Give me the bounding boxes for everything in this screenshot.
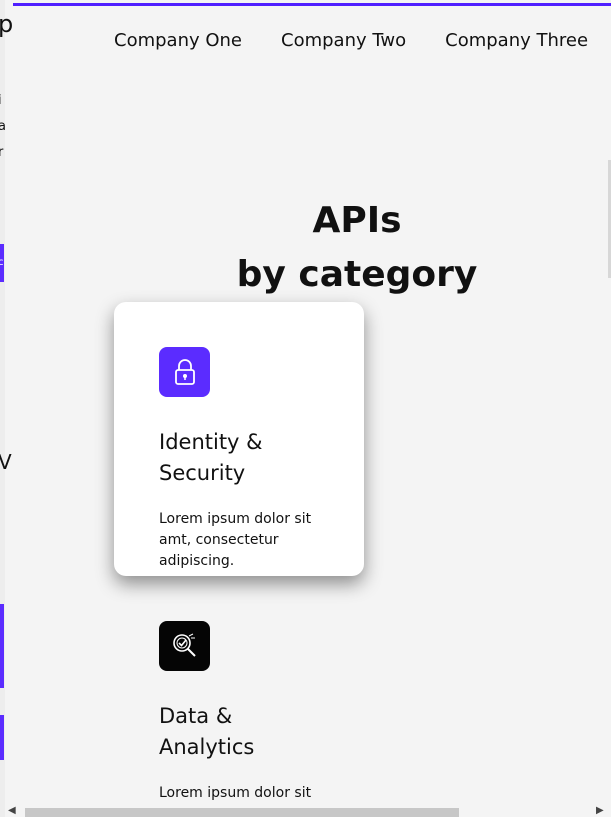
scroll-right-arrow-icon[interactable]: ▶ bbox=[596, 806, 604, 816]
category-card-data-analytics[interactable]: Data & Analytics Lorem ipsum dolor sit a… bbox=[114, 576, 364, 817]
category-card-identity-security[interactable]: Identity & Security Lorem ipsum dolor si… bbox=[114, 302, 364, 576]
company-link-three[interactable]: Company Three bbox=[445, 30, 588, 51]
card-title-line: Security bbox=[159, 461, 246, 485]
card-title: Data & Analytics bbox=[159, 701, 319, 763]
left-edge-glyph: a bbox=[0, 119, 6, 134]
section-title: APIs by category bbox=[230, 194, 484, 302]
left-edge-glyph: p bbox=[0, 10, 14, 38]
section-title-line: APIs bbox=[312, 200, 402, 242]
card-title-line: Data & bbox=[159, 704, 233, 728]
analytics-icon-tile bbox=[159, 621, 210, 671]
card-description: Lorem ipsum dolor sit amt, consectetur a… bbox=[159, 511, 312, 569]
identity-icon-tile bbox=[159, 347, 210, 397]
card-title-line: Identity & bbox=[159, 430, 263, 454]
card-title: Identity & Security bbox=[159, 427, 319, 489]
left-edge-bar bbox=[0, 604, 4, 688]
left-edge-glyph: r bbox=[0, 145, 4, 160]
card-title-line: Analytics bbox=[159, 735, 255, 759]
left-edge-glyph: V bbox=[0, 450, 12, 474]
horizontal-scrollbar-thumb[interactable] bbox=[25, 808, 459, 817]
left-edge-glyph: i bbox=[0, 94, 2, 107]
lock-icon bbox=[174, 359, 195, 385]
company-link-two[interactable]: Company Two bbox=[281, 30, 406, 51]
scroll-left-arrow-icon[interactable]: ◀ bbox=[8, 806, 16, 816]
analytics-search-icon bbox=[172, 633, 196, 657]
left-edge-bar bbox=[0, 715, 4, 760]
left-edge-glyph: c bbox=[0, 257, 4, 268]
top-accent-bar bbox=[13, 3, 611, 6]
section-title-line: by category bbox=[236, 254, 478, 296]
company-nav: Company One Company Two Company Three bbox=[114, 30, 588, 51]
page: p i a r c V Company One Company Two Comp… bbox=[0, 0, 611, 817]
company-link-one[interactable]: Company One bbox=[114, 30, 242, 51]
